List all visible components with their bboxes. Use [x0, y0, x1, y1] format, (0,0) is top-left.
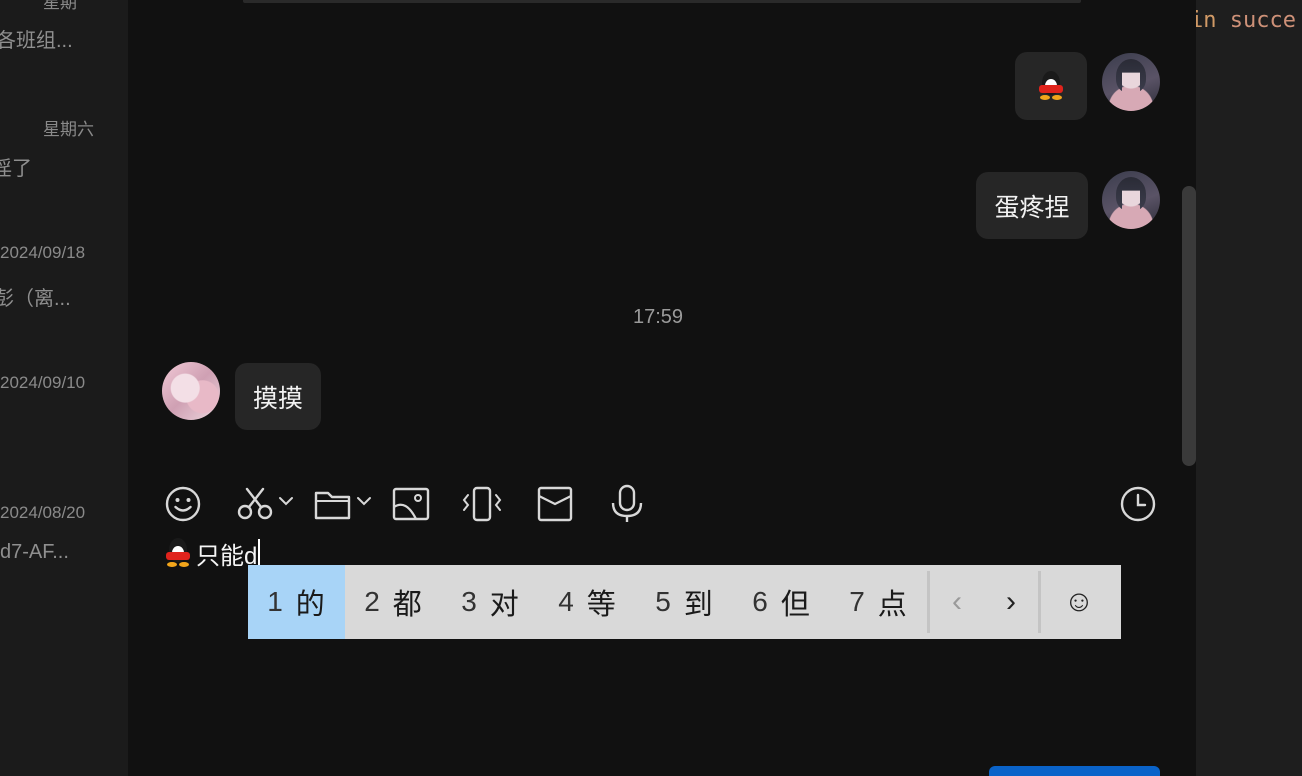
penguin-icon — [164, 538, 192, 568]
message-bubble-other[interactable]: 摸摸 — [235, 363, 321, 430]
code-line: in succe — [1196, 8, 1296, 33]
shake-icon — [462, 486, 502, 522]
scissors-icon — [237, 487, 293, 520]
message-bubble-self[interactable]: 蛋疼捏 — [976, 172, 1088, 239]
message-bubble-sticker[interactable] — [1015, 52, 1087, 120]
voice-button[interactable] — [609, 484, 645, 524]
text-caret — [258, 539, 261, 567]
conversation-date: 2024/08/20 — [0, 503, 86, 522]
ime-prev-page-icon[interactable]: ‹ — [930, 565, 984, 639]
conversation-date: 2024/09/18 — [0, 243, 86, 262]
message-timestamp: 17:59 — [633, 306, 684, 328]
image-icon — [392, 487, 430, 521]
red-packet-button[interactable] — [536, 484, 574, 524]
ime-candidate[interactable]: 2都 — [345, 565, 442, 639]
smiley-icon — [165, 486, 201, 522]
shake-button[interactable] — [461, 484, 503, 524]
ime-candidate-bar: 1的 2都 3对 4等 5到 6但 7点 ‹ › ☺ — [248, 565, 1121, 639]
penguin-icon — [1037, 71, 1065, 101]
background-code-editor: in succe — [1196, 0, 1302, 776]
folder-icon — [314, 491, 371, 520]
ime-candidate[interactable]: 7点 — [830, 565, 927, 639]
message-history-button[interactable] — [1119, 484, 1157, 524]
send-button[interactable] — [989, 766, 1160, 776]
conversation-date: 星期 — [43, 0, 77, 12]
ime-next-page-icon[interactable]: › — [984, 565, 1038, 639]
app-window: 星期 各班组... 星期六 淫了 2024/09/18 彭（离... 2024/… — [0, 0, 1302, 776]
conversation-preview[interactable]: 淫了 — [0, 152, 32, 181]
ime-emoji-icon[interactable]: ☺ — [1041, 565, 1117, 639]
chat-panel: 蛋疼捏 17:59 摸摸 只能d — [128, 0, 1196, 776]
ime-candidate[interactable]: 6但 — [733, 565, 830, 639]
image-button[interactable] — [392, 484, 430, 524]
self-avatar[interactable] — [1102, 53, 1160, 111]
ime-candidate[interactable]: 3对 — [442, 565, 539, 639]
screenshot-button[interactable] — [236, 484, 298, 524]
conversation-preview[interactable]: d7-AF... — [0, 541, 69, 564]
conversation-date: 2024/09/10 — [0, 373, 86, 392]
red-packet-icon — [537, 486, 573, 522]
conversation-preview[interactable]: 各班组... — [0, 24, 73, 53]
ime-candidate[interactable]: 1的 — [248, 565, 345, 639]
message-input[interactable]: 只能d — [164, 536, 261, 570]
contact-avatar[interactable] — [162, 362, 220, 420]
emoji-button[interactable] — [164, 484, 202, 524]
microphone-icon — [611, 484, 643, 522]
history-clock-icon — [1120, 486, 1156, 522]
conversation-preview[interactable]: 彭（离... — [0, 282, 71, 311]
self-avatar[interactable] — [1102, 171, 1160, 229]
conversation-date: 星期六 — [43, 120, 94, 139]
chevron-down-icon — [279, 497, 293, 506]
conversation-list: 星期 各班组... 星期六 淫了 2024/09/18 彭（离... 2024/… — [0, 0, 128, 776]
file-button[interactable] — [314, 484, 376, 524]
ime-candidate[interactable]: 5到 — [636, 565, 733, 639]
ime-candidate[interactable]: 4等 — [539, 565, 636, 639]
chat-scrollbar[interactable] — [1182, 186, 1196, 466]
message-divider — [243, 0, 1081, 3]
